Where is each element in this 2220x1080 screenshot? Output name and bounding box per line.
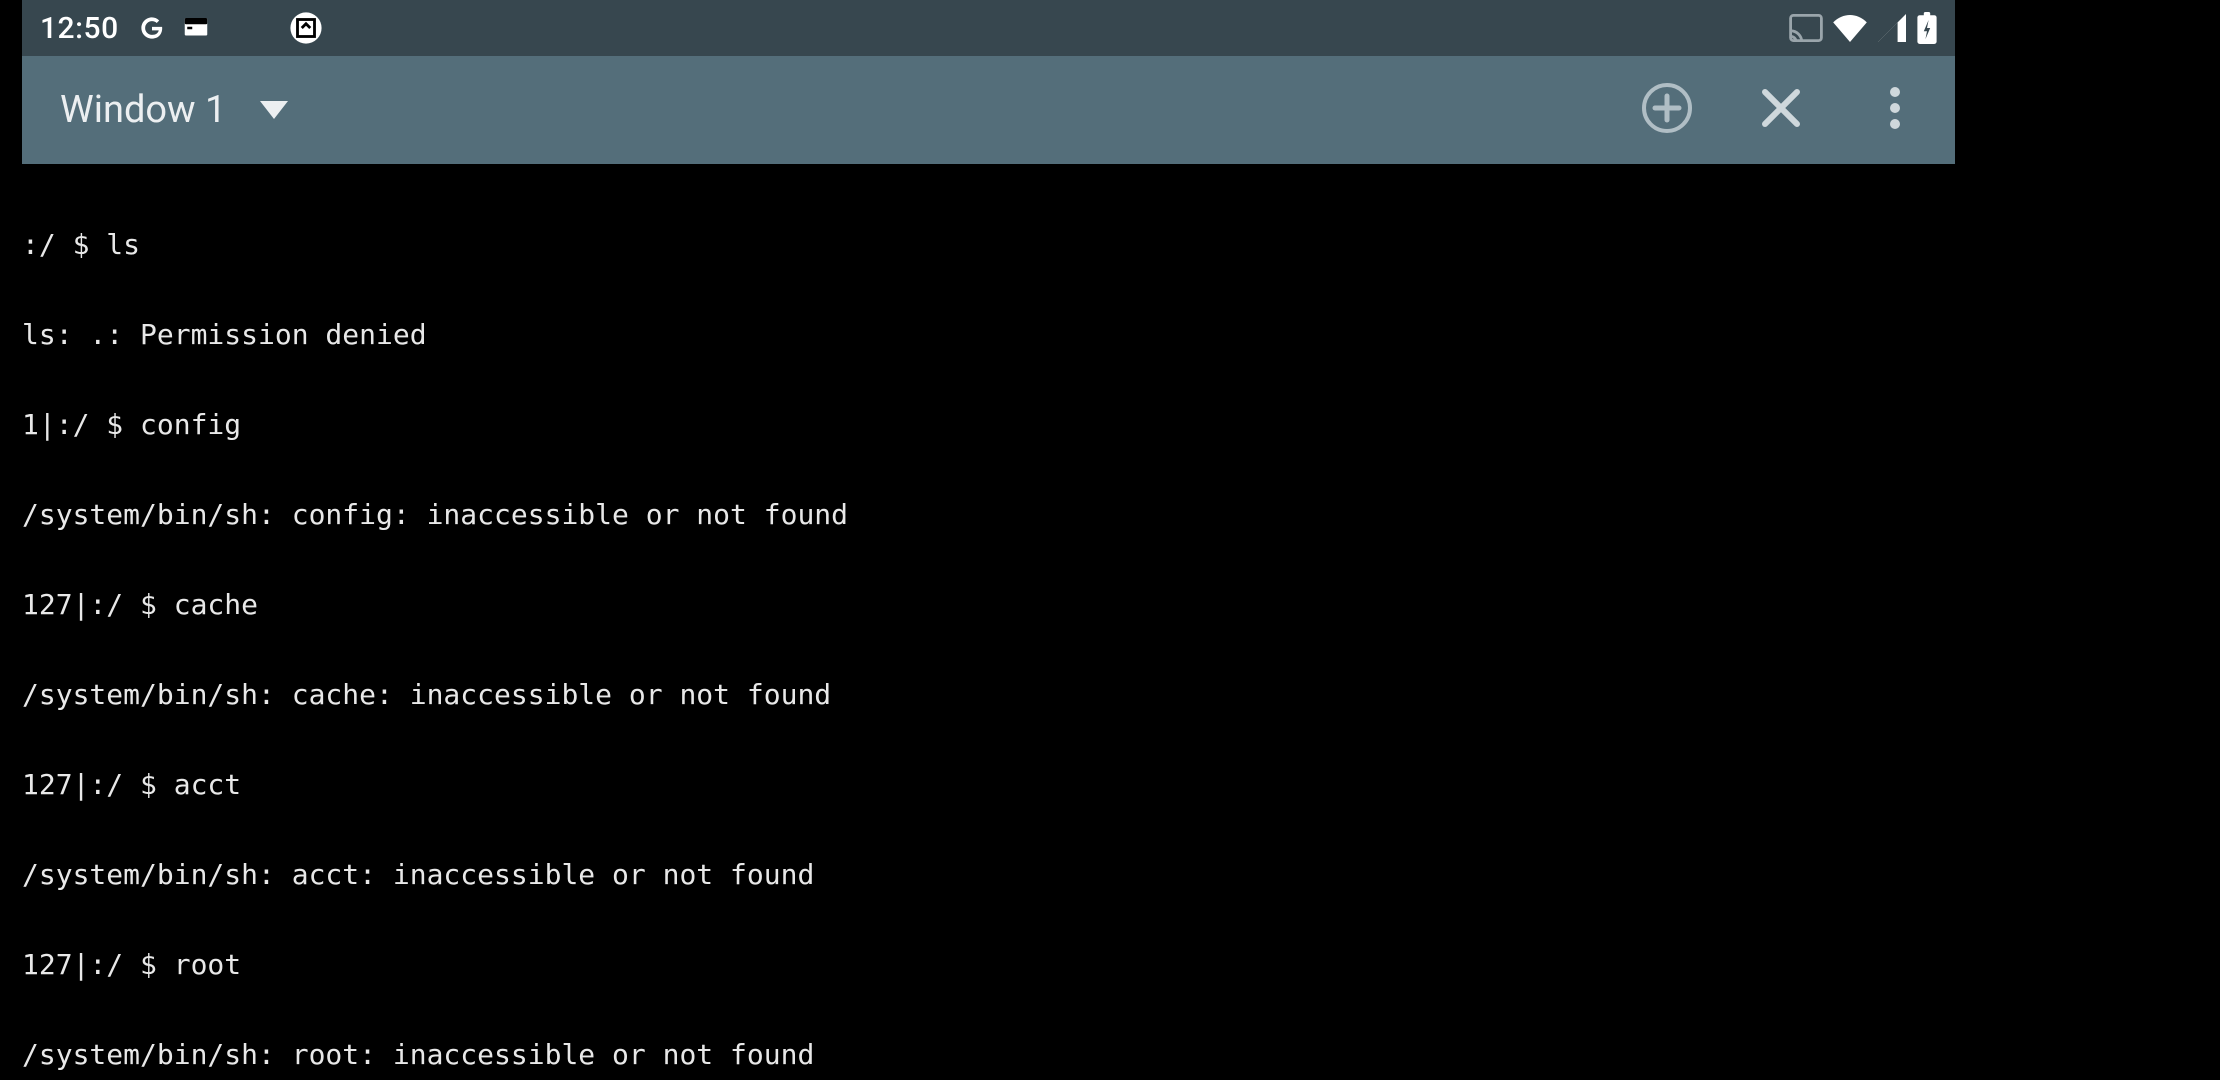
google-icon	[137, 13, 167, 43]
terminal-line: /system/bin/sh: acct: inaccessible or no…	[22, 860, 1955, 890]
cellular-icon	[1877, 14, 1907, 42]
more-vert-icon	[1889, 86, 1901, 134]
screenshot-icon	[289, 11, 323, 45]
battery-charging-icon	[1917, 12, 1937, 44]
terminal-line: 127|:/ $ cache	[22, 590, 1955, 620]
terminal-line: /system/bin/sh: cache: inaccessible or n…	[22, 680, 1955, 710]
cast-icon	[1789, 14, 1823, 42]
window-dropdown[interactable]: Window 1	[60, 88, 288, 132]
close-icon	[1759, 86, 1803, 134]
app-toolbar: Window 1	[22, 56, 1955, 164]
terminal-line: 1|:/ $ config	[22, 410, 1955, 440]
wifi-icon	[1833, 14, 1867, 42]
terminal-line: /system/bin/sh: config: inaccessible or …	[22, 500, 1955, 530]
add-window-button[interactable]	[1637, 80, 1697, 140]
terminal-line: :/ $ ls	[22, 230, 1955, 260]
overflow-menu-button[interactable]	[1865, 80, 1925, 140]
status-clock: 12:50	[40, 11, 119, 46]
terminal-line: /system/bin/sh: root: inaccessible or no…	[22, 1040, 1955, 1070]
terminal-app-icon	[181, 13, 211, 43]
terminal-line: ls: .: Permission denied	[22, 320, 1955, 350]
close-window-button[interactable]	[1751, 80, 1811, 140]
terminal-output[interactable]: :/ $ ls ls: .: Permission denied 1|:/ $ …	[22, 164, 1955, 1080]
chevron-down-icon	[260, 101, 288, 119]
terminal-line: 127|:/ $ root	[22, 950, 1955, 980]
status-bar: 12:50	[22, 0, 1955, 56]
plus-circle-icon	[1641, 82, 1693, 138]
terminal-line: 127|:/ $ acct	[22, 770, 1955, 800]
window-title: Window 1	[60, 88, 226, 132]
